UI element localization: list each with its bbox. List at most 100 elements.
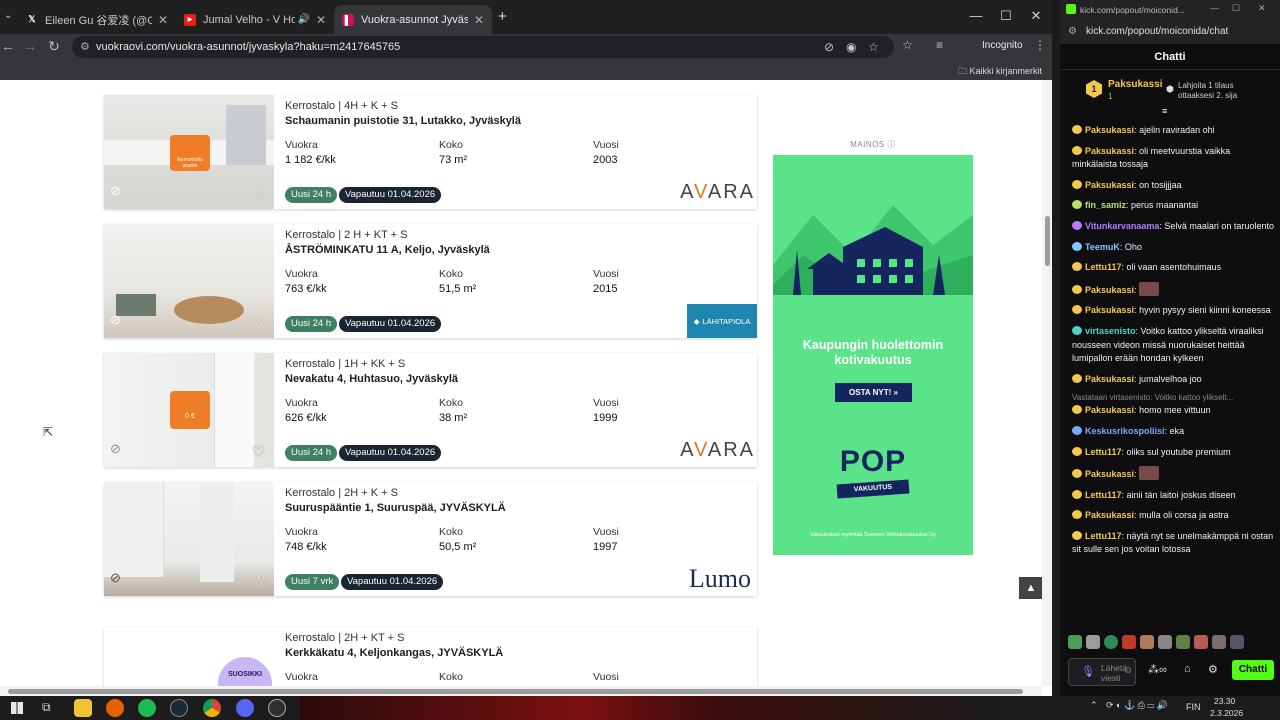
file-explorer-icon[interactable]: [74, 699, 92, 717]
listing-address[interactable]: Suuruspääntie 1, Suuruspää, JYVÄSKYLÄ: [285, 502, 506, 514]
heart-icon[interactable]: ♡: [252, 185, 265, 203]
chat-username[interactable]: Lettu117: [1085, 262, 1122, 272]
listing-address[interactable]: Schaumanin puistotie 31, Lutakko, Jyväsk…: [285, 115, 521, 127]
mic-icon[interactable]: 🎙: [1081, 665, 1095, 678]
minimize-button[interactable]: —: [1210, 3, 1219, 13]
back-button[interactable]: ←: [0, 38, 16, 54]
chat-username[interactable]: Paksukassi: [1085, 374, 1134, 384]
emoji-icon[interactable]: ☺: [1123, 665, 1133, 676]
quick-emote-icon[interactable]: ⁂∞: [1148, 663, 1167, 676]
chat-username[interactable]: Paksukassi: [1085, 285, 1134, 295]
chat-input[interactable]: 🎙 Lähetä viesti ☺: [1068, 658, 1136, 686]
spotify-icon[interactable]: [138, 699, 156, 717]
emote-icon[interactable]: [1158, 635, 1172, 649]
task-view-icon[interactable]: ⧉: [42, 700, 51, 715]
vertical-scrollbar[interactable]: [1042, 80, 1052, 686]
chat-username[interactable]: Paksukassi: [1085, 305, 1134, 315]
speaker-icon[interactable]: 🔊: [297, 14, 309, 25]
menu-icon[interactable]: ⋮: [1034, 38, 1046, 52]
emote-icon[interactable]: [1068, 635, 1082, 649]
listing-photo[interactable]: ⊘ ♡: [104, 224, 274, 338]
chat-username[interactable]: Paksukassi: [1085, 405, 1134, 415]
chat-username[interactable]: virtasenisto: [1085, 326, 1136, 336]
hide-icon[interactable]: ⊘: [110, 183, 128, 201]
discord-icon[interactable]: [236, 699, 254, 717]
close-icon[interactable]: ✕: [474, 13, 484, 27]
heart-icon[interactable]: ♡: [252, 314, 265, 332]
scroll-thumb[interactable]: [1045, 216, 1050, 266]
listing-address[interactable]: Nevakatu 4, Huhtasuo, Jyväskylä: [285, 373, 458, 385]
emote-icon[interactable]: [1212, 635, 1226, 649]
listing-card[interactable]: 0 € ⊘ ♡ Kerrostalo | 1H + KK + S Nevakat…: [104, 353, 757, 467]
chat-username[interactable]: TeemuK: [1085, 242, 1120, 252]
chat-username[interactable]: Paksukassi: [1085, 469, 1134, 479]
listing-photo[interactable]: ⊘ ♡: [104, 482, 274, 596]
chat-username[interactable]: Vitunkarvanaama: [1085, 221, 1159, 231]
chat-username[interactable]: Lettu117: [1085, 490, 1122, 500]
windows-start-icon[interactable]: [11, 702, 23, 714]
ad-cta-button[interactable]: OSTA NYT! »: [835, 383, 912, 402]
language-indicator[interactable]: FIN: [1186, 702, 1201, 712]
emote-icon[interactable]: [1104, 635, 1118, 649]
listing-card[interactable]: Remontoitu asunto ⊘ ♡ Kerrostalo | 4H + …: [104, 95, 757, 209]
eye-off-icon[interactable]: ⊘: [824, 40, 834, 54]
clock-date[interactable]: 2.3.2026: [1210, 708, 1243, 718]
emote-icon[interactable]: [1176, 635, 1190, 649]
store-icon[interactable]: ⌂: [1184, 663, 1191, 675]
tracking-icon[interactable]: ◉: [846, 40, 856, 54]
clock-time[interactable]: 23.30: [1214, 696, 1235, 706]
hide-icon[interactable]: ⊘: [110, 312, 128, 330]
chat-url-bar[interactable]: ⚙ kick.com/popout/moiconida/chat: [1060, 20, 1280, 44]
address-bar[interactable]: ⚙ vuokraovi.com/vuokra-asunnot/jyvaskyla…: [72, 36, 894, 58]
site-info-icon[interactable]: ⚙: [80, 40, 90, 53]
steam-icon[interactable]: [170, 699, 188, 717]
forward-button[interactable]: →: [22, 38, 38, 54]
close-window-button[interactable]: ✕: [1026, 8, 1046, 24]
tray-icons[interactable]: ⟳ ◐ ⚓ ⎙ ▭ 🔊: [1106, 700, 1168, 711]
obs-icon[interactable]: [268, 699, 286, 717]
heart-icon[interactable]: ♡: [252, 572, 265, 590]
chat-username[interactable]: Lettu117: [1085, 531, 1122, 541]
close-window-button[interactable]: ✕: [1258, 3, 1266, 14]
media-icon[interactable]: ≡: [936, 38, 943, 52]
hide-icon[interactable]: ⊘: [110, 441, 128, 459]
chat-username[interactable]: Paksukassi: [1085, 146, 1134, 156]
chrome-icon[interactable]: [203, 699, 221, 717]
chat-username[interactable]: fin_samiz: [1085, 200, 1126, 210]
emote-icon[interactable]: [1230, 635, 1244, 649]
scroll-top-button[interactable]: ▲: [1019, 577, 1043, 599]
star-icon[interactable]: ☆: [868, 40, 879, 54]
heart-icon[interactable]: ♡: [252, 443, 265, 461]
chat-username[interactable]: Paksukassi: [1085, 510, 1134, 520]
new-tab-button[interactable]: +: [498, 8, 507, 25]
site-info-icon[interactable]: ⚙: [1068, 26, 1077, 37]
listing-address[interactable]: Kerkkäkatu 4, Keljonkangas, JYVÄSKYLÄ: [285, 647, 503, 659]
close-icon[interactable]: ✕: [316, 13, 326, 27]
reload-button[interactable]: ↻: [46, 38, 62, 55]
maximize-button[interactable]: ☐: [996, 8, 1016, 24]
chat-username[interactable]: Keskusrikospoliisi: [1085, 426, 1165, 436]
advertisement[interactable]: Kaupungin huolettomin kotivakuutus OSTA N…: [773, 155, 973, 555]
tray-chevron-icon[interactable]: ⌃: [1090, 700, 1098, 711]
info-icon[interactable]: ⓘ: [887, 140, 896, 149]
emote-icon[interactable]: [1140, 635, 1154, 649]
pinned-user[interactable]: Paksukassi: [1108, 79, 1163, 90]
close-icon[interactable]: ✕: [158, 13, 168, 27]
url-text[interactable]: vuokraovi.com/vuokra-asunnot/jyvaskyla?h…: [96, 41, 400, 53]
settings-icon[interactable]: ⚙: [1208, 663, 1218, 676]
horizontal-scrollbar[interactable]: [0, 686, 1042, 696]
bookmark-icon[interactable]: ☆: [902, 38, 913, 52]
chat-username[interactable]: Paksukassi: [1085, 180, 1134, 190]
all-bookmarks[interactable]: 🗀 Kaikki kirjanmerkit: [958, 64, 1042, 80]
collapse-icon[interactable]: ≡: [1162, 106, 1167, 116]
chat-send-button[interactable]: Chatti: [1232, 660, 1274, 680]
tab-vuokraovi[interactable]: ▌ Vuokra-asunnot Jyväskylä: 174 ✕: [334, 5, 492, 34]
emote-icon[interactable]: [1122, 635, 1136, 649]
listing-address[interactable]: ÅSTRÖMINKATU 11 A, Keljo, Jyväskylä: [285, 244, 490, 256]
listing-photo[interactable]: Remontoitu asunto ⊘ ♡: [104, 95, 274, 209]
minimize-button[interactable]: —: [966, 8, 986, 23]
listing-photo[interactable]: 0 € ⊘ ♡: [104, 353, 274, 467]
listing-card[interactable]: ⊘ ♡ Kerrostalo | 2 H + KT + S ÅSTRÖMINKA…: [104, 224, 757, 338]
tab-twitter[interactable]: 𝕏 Eileen Gu 谷爱凌 (@GoEileenG ✕: [18, 5, 176, 34]
tab-search-button[interactable]: ⌄: [4, 10, 12, 21]
